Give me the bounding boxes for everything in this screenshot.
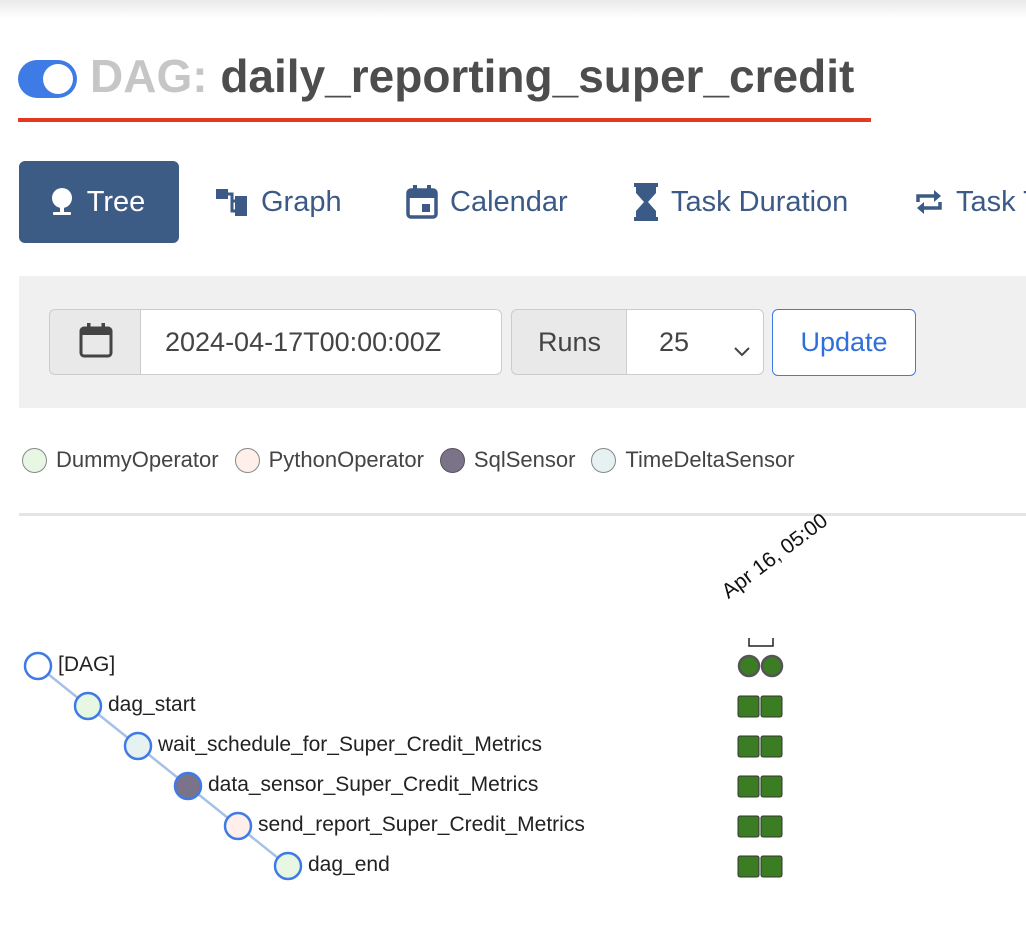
task-instance-status[interactable] (737, 775, 760, 798)
base-date-picker-button[interactable] (49, 309, 141, 375)
task-instance-status[interactable] (737, 735, 760, 758)
task-instance-status[interactable] (737, 695, 760, 718)
runs-label: Runs (511, 309, 627, 375)
title-prefix: DAG: (90, 50, 208, 102)
legend-label: PythonOperator (268, 447, 424, 472)
tree-node-label[interactable]: data_sensor_Super_Credit_Metrics (208, 773, 538, 797)
tree-icon (49, 187, 75, 217)
operator-legend: DummyOperator PythonOperator SqlSensor T… (22, 445, 811, 475)
task-instance-status[interactable] (760, 815, 783, 838)
tree-node[interactable] (23, 651, 53, 681)
task-instance-status[interactable] (760, 855, 783, 878)
legend-swatch (439, 447, 465, 473)
tree-node[interactable] (123, 731, 153, 761)
tab-tree[interactable]: Tree (19, 161, 179, 243)
legend-label: DummyOperator (56, 447, 219, 472)
dag-pause-toggle[interactable] (18, 60, 77, 98)
tree-node-label[interactable]: [DAG] (58, 653, 115, 677)
legend-swatch (22, 447, 47, 473)
dag-name: daily_reporting_super_credit (220, 50, 855, 102)
tree-node-label[interactable]: wait_schedule_for_Super_Credit_Metrics (158, 733, 542, 757)
dag-run-status[interactable] (760, 654, 784, 678)
task-instance-status[interactable] (737, 855, 760, 878)
calendar-icon (79, 322, 113, 363)
page-title: DAG: daily_reporting_super_credit (90, 48, 854, 108)
legend-item-time-delta-sensor: TimeDeltaSensor (591, 447, 795, 473)
tab-label: Tree (86, 185, 146, 218)
update-button[interactable]: Update (772, 309, 916, 376)
title-underline (18, 118, 871, 122)
legend-item-dummy-operator: DummyOperator (22, 447, 219, 473)
tab-task-duration[interactable]: Task Duration (633, 161, 848, 243)
legend-item-sql-sensor: SqlSensor (439, 447, 576, 473)
toggle-knob (43, 64, 73, 94)
legend-label: TimeDeltaSensor (625, 447, 795, 472)
run-bracket (748, 638, 774, 647)
legend-item-python-operator: PythonOperator (234, 447, 424, 473)
tree-node-label[interactable]: dag_start (108, 693, 196, 717)
tree-node[interactable] (173, 771, 203, 801)
runs-value: 25 (659, 326, 690, 357)
top-shadow (0, 0, 1026, 18)
task-instance-status[interactable] (760, 735, 783, 758)
task-instance-status[interactable] (760, 695, 783, 718)
tree-view (23, 638, 784, 881)
tree-node-label[interactable]: dag_end (308, 853, 390, 877)
tab-task-tries[interactable]: Task T (914, 161, 1026, 243)
runs-select[interactable]: 25 (626, 309, 764, 375)
tab-label: Calendar (450, 185, 568, 218)
tab-calendar[interactable]: Calendar (406, 161, 568, 243)
task-instance-status[interactable] (760, 775, 783, 798)
retry-icon (914, 186, 944, 218)
task-instance-status[interactable] (737, 815, 760, 838)
tree-node-label[interactable]: send_report_Super_Credit_Metrics (258, 813, 585, 837)
tree-node[interactable] (73, 691, 103, 721)
calendar-icon (406, 185, 438, 219)
hourglass-icon (633, 183, 659, 221)
legend-swatch (591, 447, 617, 473)
tree-node[interactable] (223, 811, 253, 841)
legend-swatch (234, 447, 260, 473)
divider (19, 513, 1026, 516)
chevron-down-icon (733, 334, 751, 365)
tab-graph[interactable]: Graph (215, 161, 342, 243)
tab-label: Task T (956, 185, 1026, 218)
tree-node[interactable] (273, 851, 303, 881)
dag-run-status[interactable] (737, 654, 761, 678)
legend-label: SqlSensor (473, 447, 576, 472)
tab-label: Graph (261, 185, 342, 218)
tab-label: Task Duration (671, 185, 849, 218)
base-date-input[interactable] (140, 309, 502, 375)
graph-icon (215, 187, 249, 217)
